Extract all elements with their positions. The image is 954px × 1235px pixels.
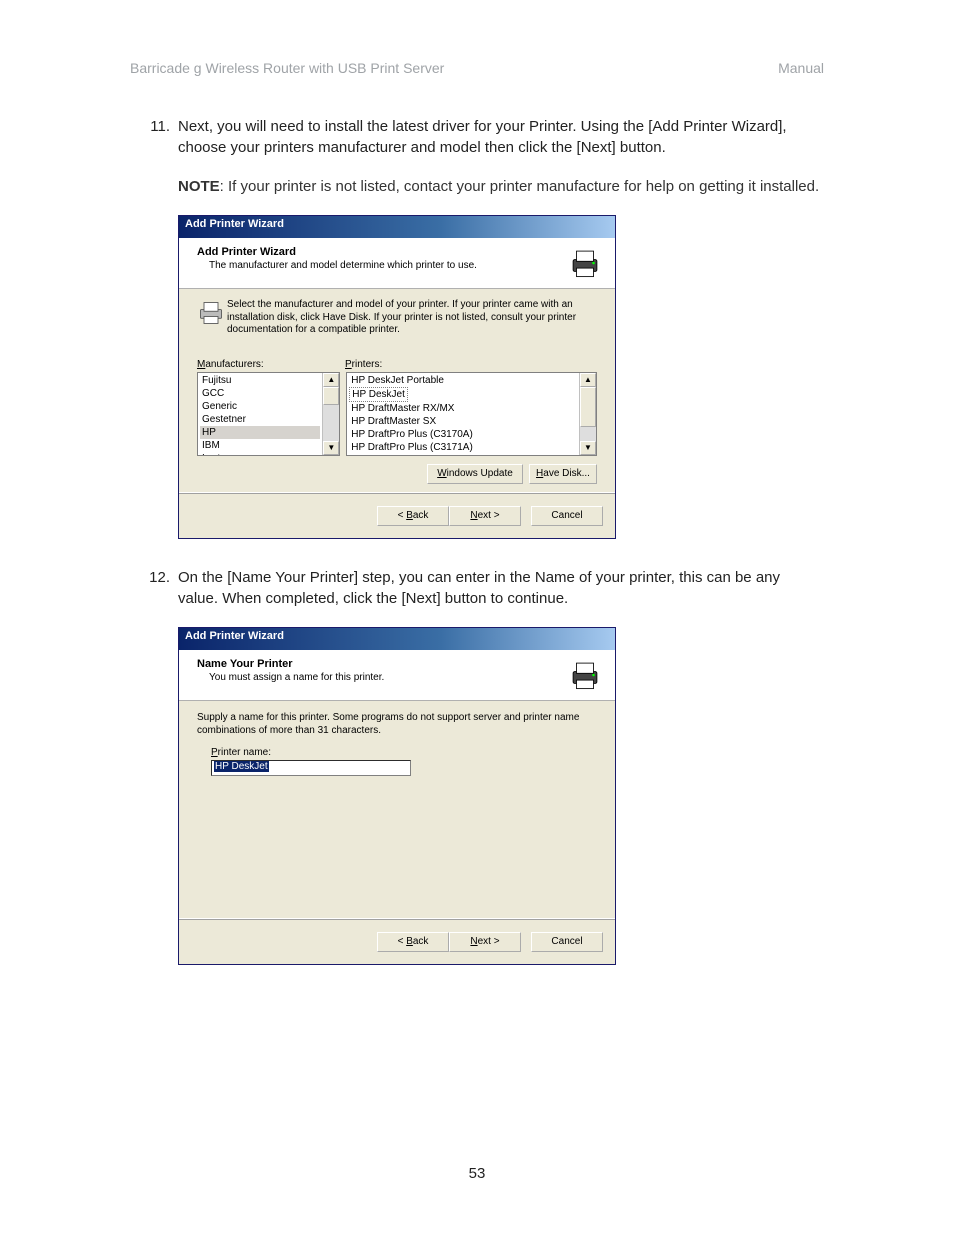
printers-listbox[interactable]: HP DeskJet Portable HP DeskJet HP DraftM…: [346, 372, 597, 456]
printer-name-label: Printer name:: [211, 747, 597, 758]
step-11-text: Next, you will need to install the lates…: [178, 116, 824, 158]
scroll-up-icon[interactable]: ▲: [580, 373, 596, 387]
list-item[interactable]: HP DraftPro Plus (C3170A): [349, 428, 577, 441]
supply-name-text: Supply a name for this printer. Some pro…: [197, 711, 597, 737]
header-left: Barricade g Wireless Router with USB Pri…: [130, 60, 444, 76]
list-item-selected[interactable]: HP: [200, 426, 320, 439]
list-item[interactable]: GCC: [200, 387, 320, 400]
add-printer-wizard-dialog-2: Add Printer Wizard Name Your Printer You…: [178, 627, 616, 965]
scroll-thumb[interactable]: [323, 387, 339, 405]
manufacturers-label: Manufacturers:: [197, 359, 345, 370]
scrollbar[interactable]: ▲ ▼: [579, 373, 596, 455]
wizard-heading: Name Your Printer: [197, 658, 567, 670]
dialog-titlebar: Add Printer Wizard: [179, 216, 615, 238]
list-item-selected[interactable]: HP DeskJet: [349, 387, 408, 402]
windows-update-button[interactable]: Windows Update: [427, 464, 523, 484]
cancel-button[interactable]: Cancel: [531, 506, 603, 526]
printer-name-input[interactable]: HP DeskJet: [211, 760, 411, 776]
scrollbar[interactable]: ▲ ▼: [322, 373, 339, 455]
scroll-thumb[interactable]: [580, 387, 596, 427]
printer-icon: [567, 246, 603, 280]
manufacturers-listbox[interactable]: Fujitsu GCC Generic Gestetner HP IBM Iwa…: [197, 372, 340, 456]
next-button[interactable]: Next >: [449, 506, 521, 526]
back-button[interactable]: < Back: [377, 932, 449, 952]
next-button[interactable]: Next >: [449, 932, 521, 952]
scroll-up-icon[interactable]: ▲: [323, 373, 339, 387]
note-label: NOTE: [178, 178, 220, 195]
list-item[interactable]: HP DraftMaster RX/MX: [349, 402, 577, 415]
list-item[interactable]: Generic: [200, 400, 320, 413]
list-item[interactable]: Gestetner: [200, 413, 320, 426]
step-12-number: 12.: [130, 567, 178, 609]
header-right: Manual: [778, 60, 824, 76]
wizard-info-text: Select the manufacturer and model of you…: [227, 299, 597, 337]
printer-small-icon: [197, 299, 227, 327]
list-item[interactable]: HP LaserJet 1100 (MS): [349, 454, 577, 455]
wizard-subheading: The manufacturer and model determine whi…: [197, 258, 567, 271]
cancel-button[interactable]: Cancel: [531, 932, 603, 952]
back-button[interactable]: < Back: [377, 506, 449, 526]
scroll-down-icon[interactable]: ▼: [323, 441, 339, 455]
note-text: : If your printer is not listed, contact…: [220, 178, 819, 195]
have-disk-button[interactable]: Have Disk...: [529, 464, 597, 484]
page-number: 53: [130, 1165, 824, 1182]
dialog-titlebar: Add Printer Wizard: [179, 628, 615, 650]
list-item[interactable]: HP DraftPro Plus (C3171A): [349, 441, 577, 454]
wizard-subheading: You must assign a name for this printer.: [197, 670, 567, 683]
add-printer-wizard-dialog-1: Add Printer Wizard Add Printer Wizard Th…: [178, 215, 616, 539]
list-item[interactable]: Fujitsu: [200, 374, 320, 387]
list-item[interactable]: IBM: [200, 439, 320, 452]
printers-label: Printers:: [345, 359, 382, 370]
list-item[interactable]: Iwatsu: [200, 452, 320, 455]
step-11-number: 11.: [130, 116, 178, 158]
list-item[interactable]: HP DeskJet Portable: [349, 374, 577, 387]
step-12-text: On the [Name Your Printer] step, you can…: [178, 567, 824, 609]
scroll-down-icon[interactable]: ▼: [580, 441, 596, 455]
printer-icon: [567, 658, 603, 692]
wizard-heading: Add Printer Wizard: [197, 246, 567, 258]
list-item[interactable]: HP DraftMaster SX: [349, 415, 577, 428]
